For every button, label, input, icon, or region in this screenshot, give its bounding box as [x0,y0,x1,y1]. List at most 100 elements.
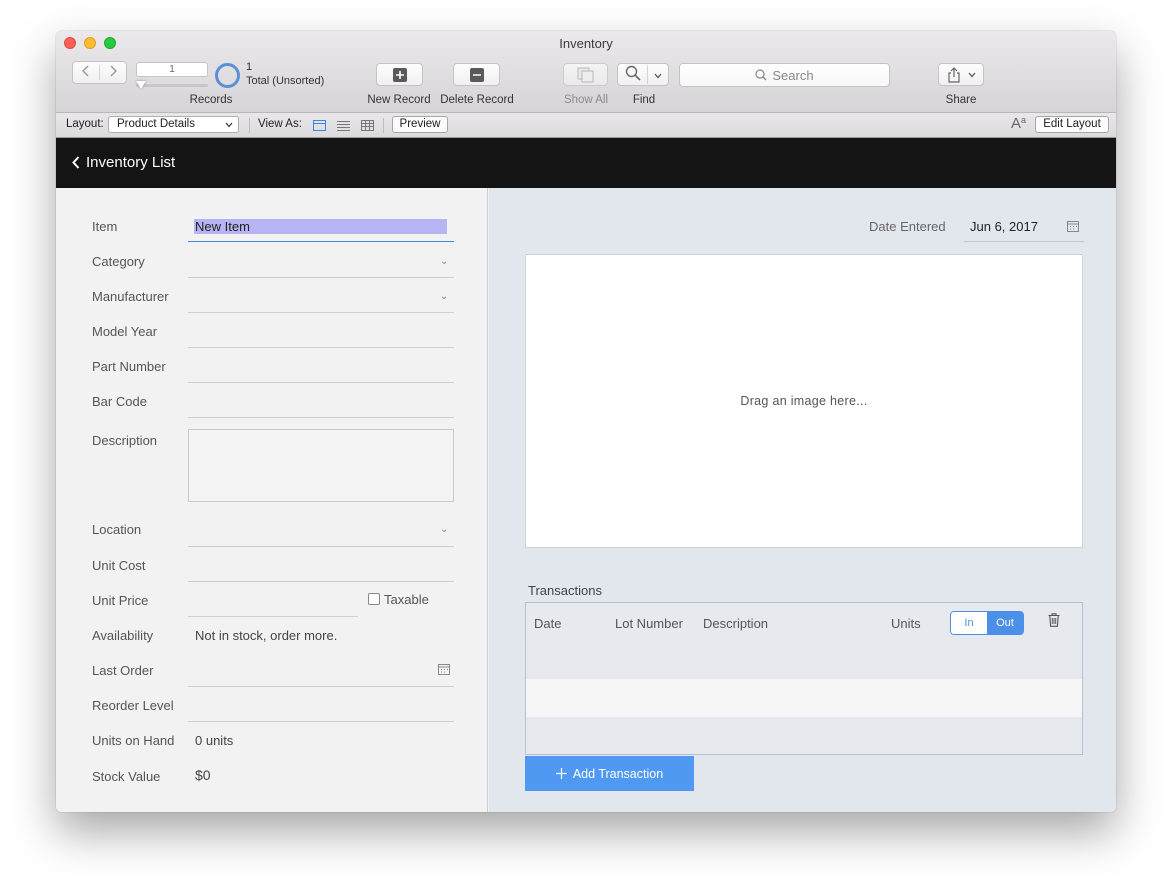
category-field[interactable] [188,277,454,278]
plus-icon [555,768,567,779]
details-panel: Item New Item Category ⌄ Manufacturer ⌄ … [56,188,488,812]
window-title: Inventory [559,36,613,51]
app-window: Inventory 1 1 Total (Unsorted) Records N… [56,31,1116,812]
bar-code-label: Bar Code [92,394,147,409]
transactions-table: Date Lot Number Description Units In Out [525,602,1083,755]
unit-price-label: Unit Price [92,593,149,608]
next-record-icon[interactable] [100,65,126,80]
model-year-field[interactable] [188,347,454,348]
text-format-icon[interactable]: Aa [1011,115,1026,132]
part-number-label: Part Number [92,359,166,374]
header-bar: Inventory List [56,138,1116,188]
column-header-units: Units [891,616,921,631]
column-header-description: Description [703,616,769,631]
date-entered-field[interactable]: Jun 6, 2017 [970,219,1038,234]
toolbar: Inventory 1 1 Total (Unsorted) Records N… [56,31,1116,113]
unit-cost-field[interactable] [188,581,454,582]
layout-select-value: Product Details [117,118,195,130]
reorder-level-field[interactable] [188,721,454,722]
description-field[interactable] [188,429,454,502]
view-as-label: View As: [258,118,302,130]
search-icon [755,69,767,81]
layout-select[interactable]: Product Details [108,116,239,133]
magnifier-icon [618,65,648,84]
table-view-icon[interactable] [361,120,374,131]
location-label: Location [92,522,142,537]
form-view-icon[interactable] [313,120,326,131]
records-label: Records [189,94,233,106]
taxable-label: Taxable [384,592,429,607]
stock-value-value: $0 [195,767,211,783]
record-nav-buttons [72,61,127,84]
last-order-label: Last Order [92,663,154,678]
category-dropdown-icon[interactable]: ⌄ [440,256,448,267]
inventory-list-back-button[interactable]: Inventory List [72,154,175,171]
units-on-hand-label: Units on Hand [92,733,175,748]
availability-label: Availability [92,628,154,643]
media-transactions-panel: Date Entered Jun 6, 2017 Drag an image h… [489,188,1116,812]
add-transaction-label: Add Transaction [572,766,664,781]
edit-layout-button[interactable]: Edit Layout [1035,116,1109,133]
share-label: Share [945,94,977,106]
description-label: Description [92,433,158,448]
search-input[interactable]: Search [679,63,890,87]
plus-square-icon [392,67,407,82]
previous-record-icon[interactable] [73,65,100,80]
add-transaction-button[interactable]: Add Transaction [525,756,694,791]
show-all-label: Show All [563,94,609,106]
part-number-field[interactable] [188,382,454,383]
date-entered-underline [964,241,1084,242]
chevron-left-icon [72,156,80,169]
list-view-icon[interactable] [337,120,350,131]
find-label: Find [632,94,656,106]
taxable-checkbox[interactable] [368,593,380,605]
layout-bar: Layout: Product Details View As: Preview… [56,113,1116,138]
unit-cost-label: Unit Cost [92,558,146,573]
unit-price-field[interactable] [188,616,358,617]
minus-square-icon [469,67,484,82]
image-drop-area[interactable]: Drag an image here... [525,254,1083,548]
manufacturer-label: Manufacturer [92,289,169,304]
chevron-down-icon [225,122,233,128]
image-placeholder-text: Drag an image here... [740,394,868,408]
delete-record-button[interactable] [453,63,500,86]
record-count: 1 [246,61,253,73]
calendar-icon[interactable] [1067,221,1079,232]
show-all-button[interactable] [563,63,608,86]
current-record-field[interactable]: 1 [136,62,208,77]
in-segment[interactable]: In [951,612,987,634]
record-pie-icon [215,63,240,88]
table-row[interactable] [526,679,1082,717]
show-all-icon [577,67,593,82]
item-label: Item [92,219,118,234]
preview-button[interactable]: Preview [392,116,448,133]
last-order-field[interactable] [188,686,454,687]
share-icon [947,66,960,83]
transactions-title: Transactions [528,583,602,598]
stock-value-label: Stock Value [92,769,161,784]
table-row[interactable] [526,641,1082,679]
chevron-down-icon[interactable] [648,67,668,82]
trash-icon[interactable] [1048,613,1060,627]
units-on-hand-value: 0 units [195,733,234,748]
share-button[interactable] [938,63,984,86]
in-out-toggle: In Out [950,611,1024,635]
calendar-icon[interactable] [438,664,450,675]
find-button[interactable] [617,63,669,86]
table-header: Date Lot Number Description Units In Out [526,603,1082,641]
table-row[interactable] [526,717,1082,754]
new-record-button[interactable] [376,63,423,86]
record-total-status: Total (Unsorted) [246,75,325,87]
back-label: Inventory List [86,154,176,171]
out-segment[interactable]: Out [987,612,1023,634]
record-slider[interactable] [136,84,208,87]
location-dropdown-icon[interactable]: ⌄ [440,524,448,535]
location-field[interactable] [188,546,454,547]
bar-code-field[interactable] [188,417,454,418]
layout-label: Layout: [66,118,104,130]
separator [383,118,384,133]
manufacturer-dropdown-icon[interactable]: ⌄ [440,291,448,302]
item-field[interactable]: New Item [194,219,447,234]
record-slider-thumb[interactable] [136,81,146,89]
manufacturer-field[interactable] [188,312,454,313]
